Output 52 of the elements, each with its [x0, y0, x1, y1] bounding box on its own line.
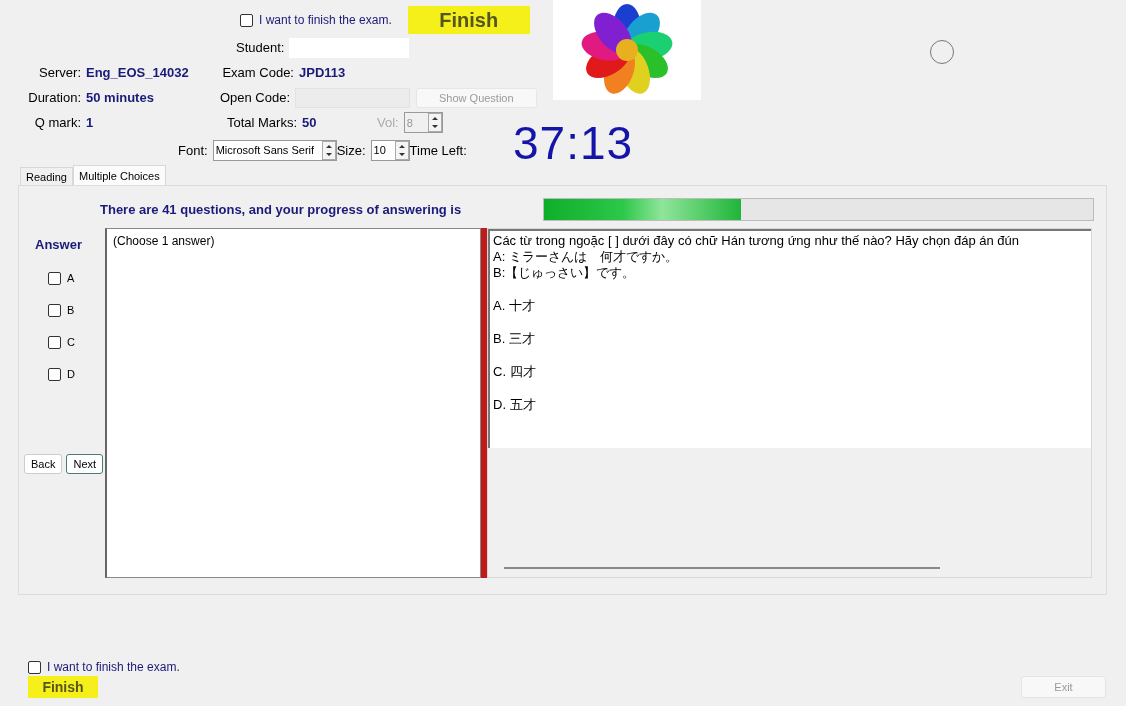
student-label: Student:	[236, 40, 286, 55]
checkbox[interactable]	[48, 367, 61, 381]
choice-text: C. 四才	[493, 364, 537, 380]
choice-text: D. 五才	[493, 397, 537, 413]
question-line: Các từ trong ngoặc [ ] dưới đây có chữ Hán tương ứng như thế nào? Hãy chọn đáp án đún	[493, 233, 1021, 249]
spin-arrows-icon[interactable]	[394, 140, 409, 160]
circle-icon	[929, 39, 955, 65]
scrollbar[interactable]	[504, 567, 940, 569]
total-marks-value: 50	[302, 115, 318, 130]
checkbox[interactable]	[240, 13, 253, 27]
finish-button[interactable]: Finish	[407, 6, 530, 34]
vol-label: Vol:	[377, 115, 400, 130]
question-line: B:【じゅっさい】です。	[493, 265, 637, 281]
progress-text: There are 41 questions, and your progress of answering is	[100, 201, 463, 217]
checkbox[interactable]	[28, 660, 41, 674]
answer-title: Answer	[35, 237, 83, 252]
time-left-label: Time Left:	[409, 142, 468, 158]
server-label: Server:	[38, 65, 82, 80]
finish-button[interactable]: Finish	[28, 676, 98, 698]
question-line: A: ミラーさんは 何才ですか。	[493, 249, 679, 265]
open-code-label: Open Code:	[218, 90, 291, 105]
option-label: D	[67, 368, 75, 380]
time-left-value: 37:13	[513, 120, 634, 165]
option-label: C	[67, 336, 75, 348]
duration-label: Duration:	[27, 90, 82, 105]
back-button[interactable]: Back	[24, 454, 63, 474]
size-spinner[interactable]: 10	[370, 139, 410, 161]
font-spinner[interactable]: Microsoft Sans Serif	[212, 139, 337, 161]
checkbox[interactable]	[48, 335, 61, 349]
tab[interactable]: Reading	[20, 167, 73, 185]
option-label: B	[67, 304, 75, 316]
checkbox[interactable]	[48, 271, 61, 285]
answer-box[interactable]: (Choose 1 answer)	[105, 228, 481, 578]
exam-code-label: Exam Code:	[221, 65, 295, 80]
spin-arrows-icon[interactable]	[321, 140, 336, 160]
finish-checkbox-label: I want to finish the exam.	[259, 13, 392, 27]
total-marks-label: Total Marks:	[225, 115, 298, 130]
size-label: Size:	[336, 142, 367, 158]
tab[interactable]: Multiple Choices	[73, 165, 166, 185]
option-label: A	[67, 272, 75, 284]
server-value: Eng_EOS_14032	[86, 65, 190, 80]
exam-code-value: JPD113	[299, 65, 346, 80]
duration-value: 50 minutes	[86, 90, 155, 105]
choice-text: B. 三才	[493, 331, 536, 347]
q-mark-value: 1	[86, 115, 95, 130]
checkbox[interactable]	[48, 303, 61, 317]
font-label: Font:	[178, 142, 209, 158]
answer-hint: (Choose 1 answer)	[113, 234, 215, 248]
choice-text: A. 十才	[493, 298, 536, 314]
q-mark-label: Q mark:	[33, 115, 82, 130]
next-button[interactable]: Next	[66, 454, 104, 474]
finish-checkbox-label: I want to finish the exam.	[47, 660, 180, 674]
